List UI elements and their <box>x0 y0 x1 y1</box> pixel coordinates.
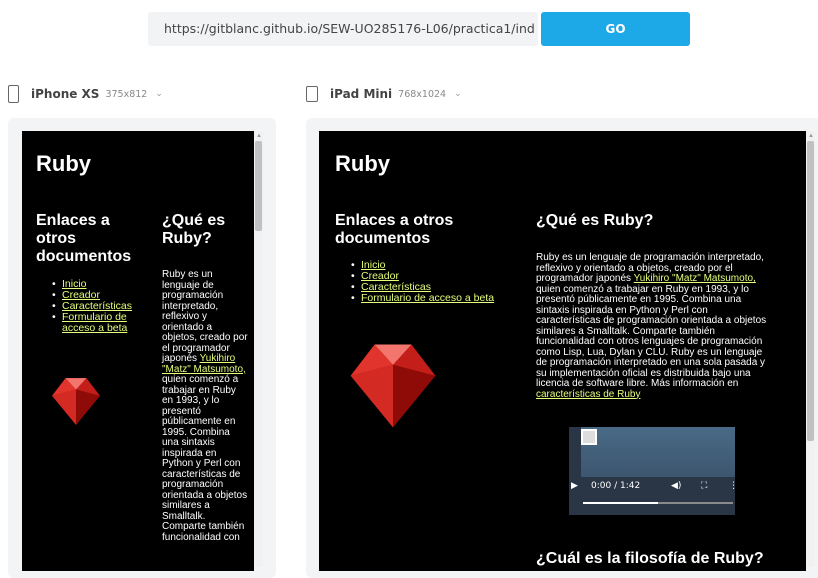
page-title: Ruby <box>335 151 390 176</box>
text-line: públicamente en <box>162 416 236 427</box>
iphone-screen: Ruby Enlaces a otros documentos Inicio C… <box>22 131 254 571</box>
text-line: una sintaxis <box>162 437 215 448</box>
device-size: 768x1024 <box>398 88 447 100</box>
description-paragraph: Ruby es un lenguaje de programación inte… <box>536 252 796 401</box>
video-player[interactable]: ▶ 0:00 / 1:42 ◀) ⛶ ⋮ <box>569 427 738 515</box>
ruby-logo <box>350 344 436 428</box>
chevron-down-icon[interactable]: ⌄ <box>155 89 163 99</box>
device-name: iPad Mini <box>330 87 393 101</box>
fullscreen-icon[interactable]: ⛶ <box>701 481 707 491</box>
links-heading: Enlaces a otros documentos <box>36 212 132 265</box>
ruby-logo <box>52 378 100 425</box>
url-bar-container: https://gitblanc.github.io/SEW-UO285176-… <box>148 12 690 46</box>
scrollbar[interactable]: ▲ <box>254 131 263 567</box>
links-heading: Enlaces a otros documentos <box>335 212 454 247</box>
text-line: programación <box>162 479 224 490</box>
qr-code-icon <box>581 429 597 445</box>
text-fragment: japonés <box>162 353 198 364</box>
list-item: Formulario de acceso a beta <box>347 292 527 305</box>
section-heading: ¿Qué es Ruby? <box>536 212 654 229</box>
text-line: funcionalidad con <box>162 531 240 543</box>
links-list: Inicio Creador Características Formulari… <box>347 260 527 305</box>
video-controls: ▶ 0:00 / 1:42 ◀) ⛶ ⋮ <box>569 475 738 495</box>
go-button[interactable]: GO <box>541 12 690 46</box>
text-line: similares a <box>162 500 210 511</box>
text-fragment: programador japonés <box>536 273 632 284</box>
text-line: Ruby es un lenguaje de programación inte… <box>536 252 764 263</box>
chevron-down-icon[interactable]: ⌄ <box>454 89 462 99</box>
author-link[interactable]: "Matz" Matsumoto, <box>162 364 246 375</box>
text-line: Comparte también <box>162 521 245 532</box>
video-progress-fill <box>583 502 658 504</box>
text-line: programador japonés Yukihiro "Matz" Mats… <box>536 273 796 285</box>
device-name: iPhone XS <box>31 87 100 101</box>
next-section-heading: ¿Cuál es la filosofía de Ruby? <box>536 550 764 567</box>
section-heading: ¿Qué es Ruby? <box>162 212 226 247</box>
author-link[interactable]: Yukihiro "Matz" Matsumoto, <box>634 273 756 284</box>
scrollbar[interactable]: ▲ <box>806 131 815 567</box>
scrollbar-thumb[interactable] <box>807 141 814 441</box>
scroll-up-icon[interactable]: ▲ <box>256 133 262 139</box>
text-line: quien comenzó a <box>162 374 239 385</box>
text-line: programación <box>162 290 224 301</box>
text-line: Python y Perl con <box>162 458 241 469</box>
link-formulario[interactable]: Formulario de acceso a beta <box>62 311 127 334</box>
video-time: 0:00 / 1:42 <box>591 481 641 491</box>
scroll-up-icon[interactable]: ▲ <box>808 133 814 139</box>
text-line: características de Ruby <box>536 389 796 401</box>
text-line: presentó públicamente en 1995. Combina u… <box>536 294 742 305</box>
ipad-screen: Ruby Enlaces a otros documentos Inicio C… <box>319 131 806 571</box>
page-title: Ruby <box>36 151 91 176</box>
tablet-icon <box>306 86 318 102</box>
text-line: objetos, creado por <box>162 332 248 343</box>
volume-icon[interactable]: ◀) <box>671 481 681 491</box>
text-line: en 1993, y lo <box>162 395 220 406</box>
text-line: funcionalidad con otros lenguajes de pro… <box>536 336 763 347</box>
list-item: Formulario de acceso a beta <box>48 312 158 334</box>
text-line: Ruby es un <box>162 269 213 280</box>
more-options-icon[interactable]: ⋮ <box>729 481 738 491</box>
play-icon[interactable]: ▶ <box>571 481 578 491</box>
author-link[interactable]: Yukihiro <box>200 353 236 364</box>
link-formulario[interactable]: Formulario de acceso a beta <box>361 292 494 304</box>
scrollbar-thumb[interactable] <box>255 141 262 231</box>
url-input[interactable]: https://gitblanc.github.io/SEW-UO285176-… <box>148 12 538 46</box>
text-line: reflexivo y <box>162 311 208 322</box>
text-line: características de programación orientad… <box>536 315 767 326</box>
device-size: 375x812 <box>105 88 148 100</box>
more-info-link[interactable]: características de Ruby <box>536 389 641 400</box>
text-line: de programación interpretado en una sola… <box>536 357 766 368</box>
device-header-iphone[interactable]: iPhone XS 375x812 ⌄ <box>8 82 163 106</box>
description-paragraph: Ruby es un lenguaje de programación inte… <box>162 269 254 543</box>
links-list: Inicio Creador Características Formulari… <box>48 279 158 334</box>
phone-icon <box>8 85 19 103</box>
video-thumbnail <box>581 427 735 477</box>
device-header-ipad[interactable]: iPad Mini 768x1024 ⌄ <box>306 82 462 106</box>
